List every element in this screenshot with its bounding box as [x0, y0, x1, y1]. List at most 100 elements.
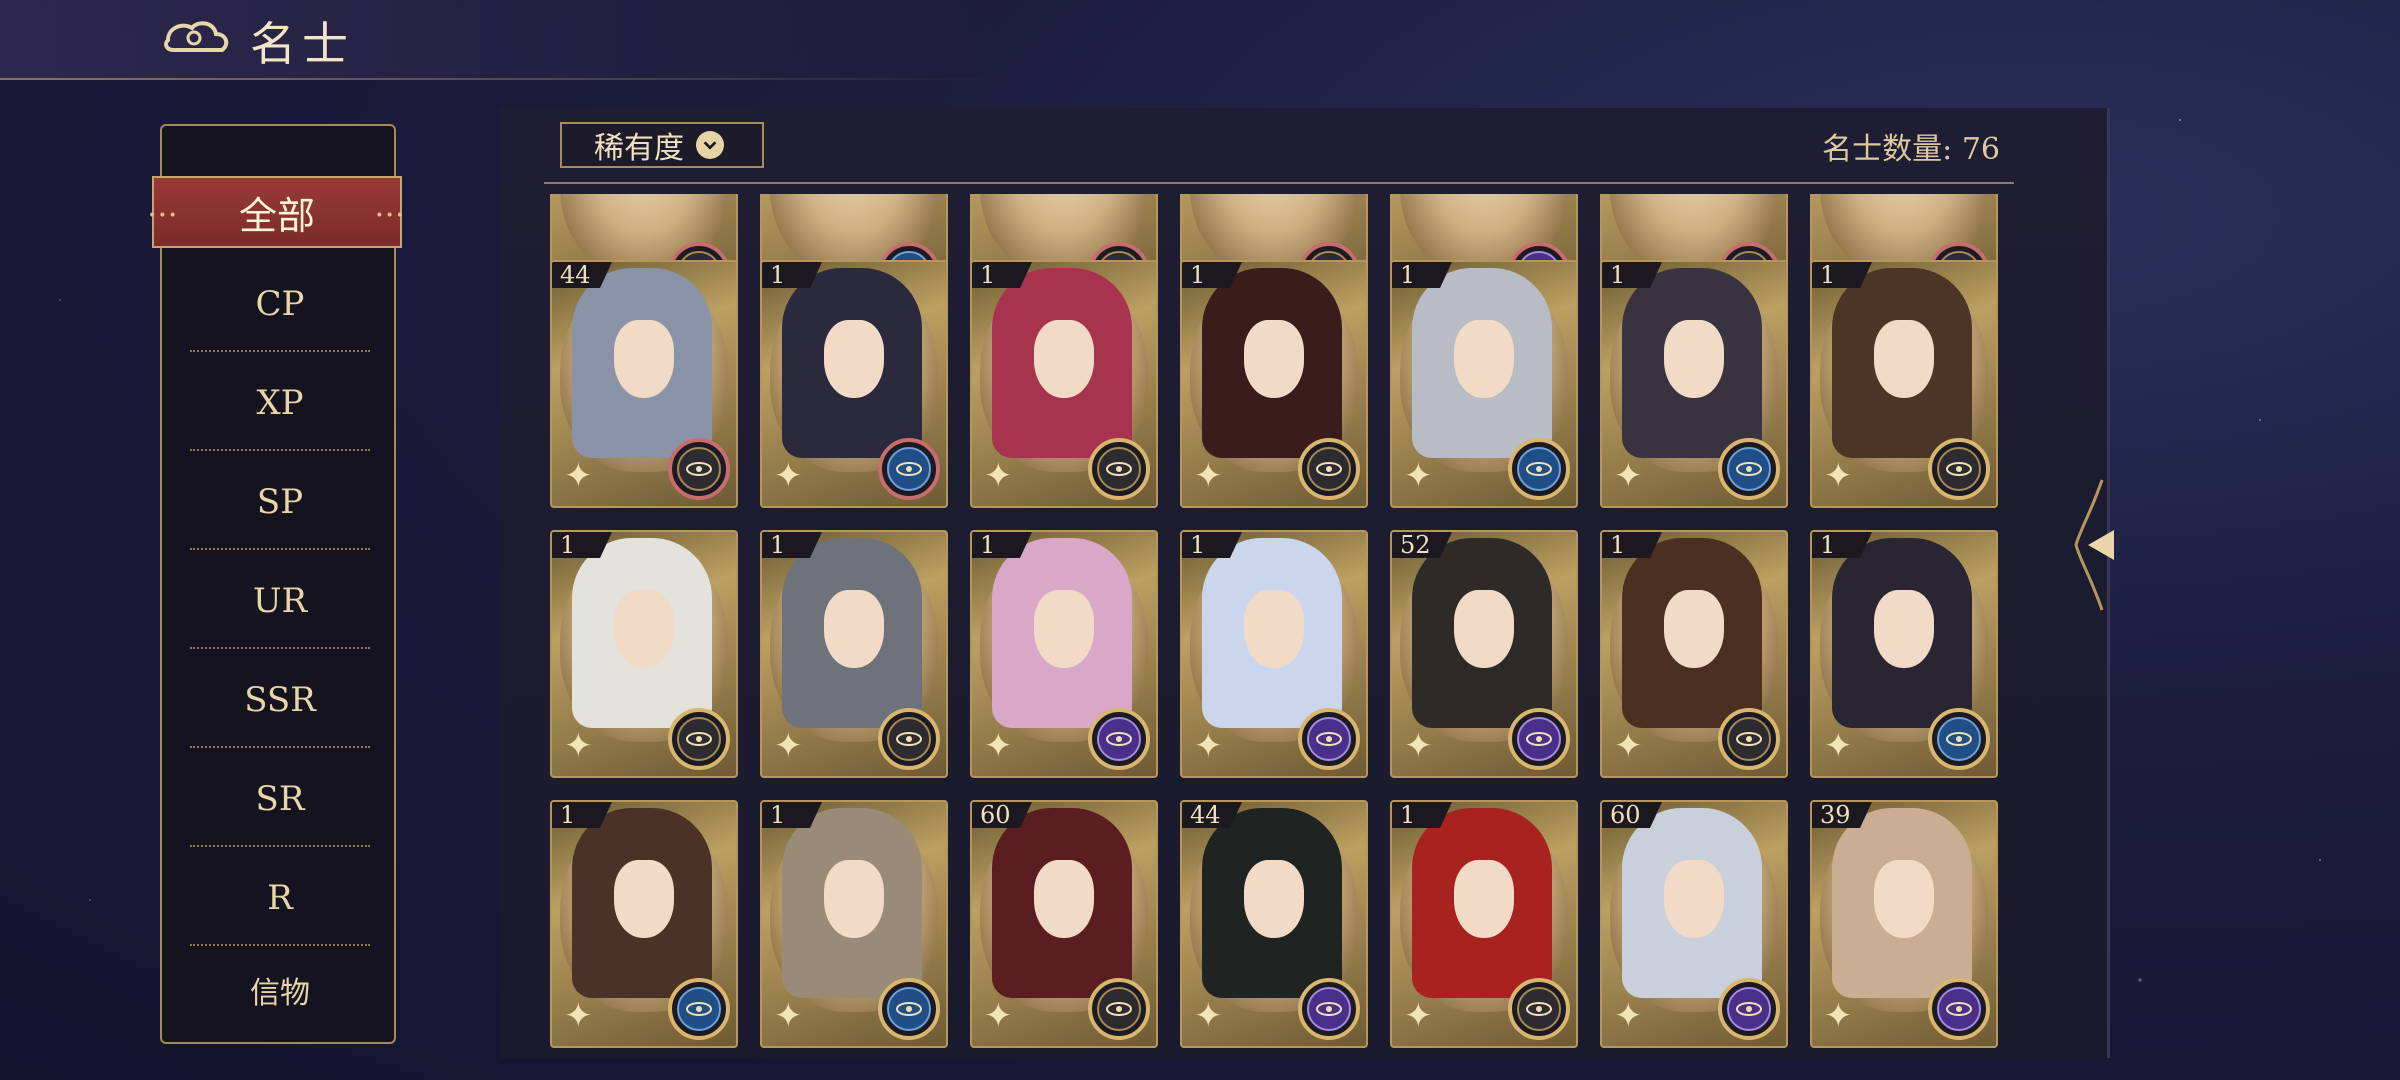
sparkle-icon: ✦	[1404, 456, 1433, 496]
character-face	[1874, 860, 1934, 938]
faction-emblem-icon	[1517, 447, 1561, 491]
faction-badge-icon	[1508, 438, 1570, 500]
character-card[interactable]: 1 ✦	[1810, 260, 1998, 508]
character-face	[1874, 590, 1934, 668]
faction-emblem-icon	[1937, 447, 1981, 491]
faction-badge-icon	[1088, 708, 1150, 770]
sidebar-divider	[190, 548, 370, 550]
character-card[interactable]: 1 ✦	[550, 530, 738, 778]
character-card[interactable]: 1 ✦	[550, 800, 738, 1048]
back-cloud-icon[interactable]	[160, 14, 232, 62]
character-face	[1454, 590, 1514, 668]
sidebar-item-label: 全部	[238, 193, 315, 238]
character-card[interactable]: 1 ✦	[1180, 260, 1368, 508]
panel-divider	[544, 182, 2014, 184]
faction-badge-icon	[878, 978, 940, 1040]
sidebar-item-label: UR	[252, 581, 308, 621]
faction-badge-icon	[1088, 438, 1150, 500]
faction-badge-icon	[1508, 978, 1570, 1040]
character-face	[1034, 860, 1094, 938]
character-card[interactable]: 44 ✦	[550, 260, 738, 508]
character-card[interactable]: 1 ✦	[1600, 530, 1788, 778]
faction-badge-icon	[1298, 978, 1360, 1040]
character-card[interactable]: 1 ✦	[760, 800, 948, 1048]
character-count: 名士数量: 76	[1822, 132, 2000, 167]
character-face	[1454, 860, 1514, 938]
character-face	[614, 590, 674, 668]
character-card[interactable]: 60 ✦	[970, 800, 1158, 1048]
character-face	[1664, 590, 1724, 668]
sidebar-item-sp[interactable]: SP	[190, 454, 370, 550]
sidebar-item-ur[interactable]: UR	[190, 553, 370, 649]
faction-emblem-icon	[887, 717, 931, 761]
sparkle-icon: ✦	[564, 456, 593, 496]
sidebar-item-sr[interactable]: SR	[190, 751, 370, 847]
character-card[interactable]: 1 ✦	[760, 260, 948, 508]
character-card[interactable]: 1 ✦	[1390, 260, 1578, 508]
page-title: 名士	[250, 17, 354, 71]
sidebar-item-xp[interactable]: XP	[190, 355, 370, 451]
sidebar-item-label: SSR	[244, 680, 316, 720]
sparkle-icon: ✦	[984, 726, 1013, 766]
faction-badge-icon	[1508, 708, 1570, 770]
faction-badge-icon	[878, 708, 940, 770]
faction-emblem-icon	[1727, 447, 1771, 491]
faction-badge-icon	[1928, 978, 1990, 1040]
faction-emblem-icon	[1727, 717, 1771, 761]
rarity-sidebar: ••• 全部 ••• CP XP SP UR SSR SR R 信物	[148, 124, 404, 1044]
sparkle-icon: ✦	[1824, 726, 1853, 766]
sidebar-item-keepsake[interactable]: 信物	[190, 942, 370, 1038]
faction-emblem-icon	[1937, 987, 1981, 1031]
sidebar-item-cp[interactable]: CP	[190, 256, 370, 352]
faction-emblem-icon	[1307, 447, 1351, 491]
character-card[interactable]: 1 ✦	[760, 530, 948, 778]
character-face	[824, 590, 884, 668]
sidebar-item-label: R	[267, 878, 293, 918]
sparkle-icon: ✦	[984, 456, 1013, 496]
faction-emblem-icon	[677, 447, 721, 491]
faction-emblem-icon	[1097, 447, 1141, 491]
character-card[interactable]: 52 ✦	[1390, 530, 1578, 778]
faction-badge-icon	[668, 978, 730, 1040]
character-face	[614, 860, 674, 938]
character-card[interactable]: 39 ✦	[1810, 800, 1998, 1048]
header-divider	[0, 78, 1000, 80]
sidebar-item-all[interactable]: ••• 全部 •••	[148, 176, 404, 248]
faction-badge-icon	[878, 438, 940, 500]
ornament-dots-left: •••	[148, 208, 179, 224]
character-face	[1664, 860, 1724, 938]
faction-emblem-icon	[1937, 717, 1981, 761]
sidebar-item-label: CP	[255, 284, 305, 324]
faction-badge-icon	[1718, 978, 1780, 1040]
sidebar-item-r[interactable]: R	[190, 850, 370, 946]
faction-emblem-icon	[1307, 987, 1351, 1031]
faction-emblem-icon	[887, 447, 931, 491]
character-card[interactable]: 1 ✦	[970, 260, 1158, 508]
character-card[interactable]: 1 ✦	[1180, 530, 1368, 778]
sparkle-icon: ✦	[1194, 726, 1223, 766]
faction-badge-icon	[1928, 438, 1990, 500]
faction-emblem-icon	[887, 987, 931, 1031]
character-card[interactable]: 60 ✦	[1600, 800, 1788, 1048]
faction-emblem-icon	[677, 987, 721, 1031]
sidebar-item-ssr[interactable]: SSR	[190, 652, 370, 748]
character-card[interactable]: 1 ✦	[1810, 530, 1998, 778]
sidebar-item-label: SR	[255, 779, 305, 819]
character-face	[1244, 320, 1304, 398]
faction-badge-icon	[1718, 708, 1780, 770]
rarity-filter-dropdown[interactable]: 稀有度	[560, 122, 764, 168]
character-card[interactable]: 1 ✦	[1390, 800, 1578, 1048]
chevron-down-icon	[696, 131, 724, 159]
character-card[interactable]: 1 ✦	[970, 530, 1158, 778]
faction-emblem-icon	[1307, 717, 1351, 761]
character-face	[1664, 320, 1724, 398]
sparkle-icon: ✦	[1404, 726, 1433, 766]
sparkle-icon: ✦	[1404, 996, 1433, 1036]
sparkle-icon: ✦	[1824, 996, 1853, 1036]
collapse-arrow-button[interactable]	[2072, 470, 2128, 620]
character-card[interactable]: 44 ✦	[1180, 800, 1368, 1048]
sidebar-divider	[190, 746, 370, 748]
character-face	[1244, 860, 1304, 938]
sparkle-icon: ✦	[774, 456, 803, 496]
character-card[interactable]: 1 ✦	[1600, 260, 1788, 508]
